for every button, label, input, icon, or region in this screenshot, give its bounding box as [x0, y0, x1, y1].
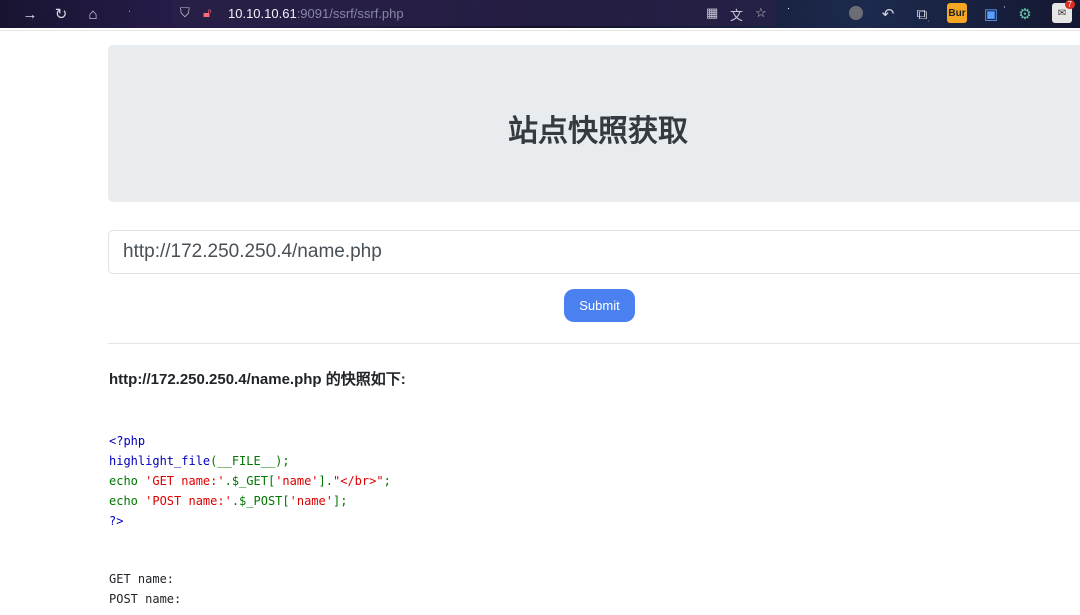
forward-icon[interactable]: →	[20, 4, 40, 24]
output-post-name: POST name:	[109, 592, 182, 606]
snapshot-result-title: http://172.250.250.4/name.php 的快照如下:	[109, 371, 406, 388]
notification-badge: 7	[1064, 0, 1075, 9]
php-source-code: <?php highlight_file(__FILE__); echo 'GE…	[109, 431, 391, 531]
burp-extension-icon[interactable]: Bur	[947, 3, 967, 23]
code-line-1: <?php	[109, 434, 146, 448]
page-header-jumbotron: 站点快照获取	[108, 45, 1080, 202]
section-divider	[108, 343, 1080, 344]
bookmark-star-icon[interactable]: ☆	[755, 5, 767, 21]
address-bar[interactable]: ⛉ 🔓︎ 10.10.10.61:9091/ssrf/ssrf.php ▦ 文 …	[172, 0, 776, 26]
code-line-2: highlight_file(__FILE__);	[109, 454, 290, 468]
browser-toolbar: → ↻ ⌂ ⛉ 🔓︎ 10.10.10.61:9091/ssrf/ssrf.ph…	[0, 0, 1080, 28]
translate-icon[interactable]: 文	[730, 5, 743, 24]
mail-extension-icon[interactable]: ✉ 7	[1052, 0, 1075, 23]
output-get-name: GET name:	[109, 572, 175, 586]
save-icon[interactable]: ▣	[981, 4, 1001, 24]
url-input[interactable]	[108, 230, 1080, 274]
undo-icon[interactable]: ↶	[878, 4, 898, 24]
profile-dot-icon[interactable]	[846, 3, 866, 23]
page-title: 站点快照获取	[508, 115, 688, 148]
home-icon[interactable]: ⌂	[83, 4, 103, 24]
code-line-3: echo 'GET name:'.$_GET['name']."</br>";	[109, 474, 391, 488]
url-text[interactable]: 10.10.10.61:9091/ssrf/ssrf.php	[228, 6, 404, 21]
insecure-lock-icon[interactable]: 🔓︎	[203, 5, 211, 21]
toolbar-divider	[0, 30, 1080, 31]
reload-icon[interactable]: ↻	[51, 4, 71, 24]
snapshot-output: GET name: POST name:	[109, 569, 181, 609]
code-line-4: echo 'POST name:'.$_POST['name'];	[109, 494, 348, 508]
extension-icon[interactable]: ⚙	[1015, 4, 1035, 24]
code-line-5: ?>	[109, 514, 124, 528]
qr-code-icon[interactable]: ▦	[706, 5, 718, 21]
extensions-puzzle-icon[interactable]: ⧉	[912, 4, 932, 24]
submit-button[interactable]: Submit	[564, 289, 635, 322]
shield-icon[interactable]: ⛉	[180, 5, 190, 21]
